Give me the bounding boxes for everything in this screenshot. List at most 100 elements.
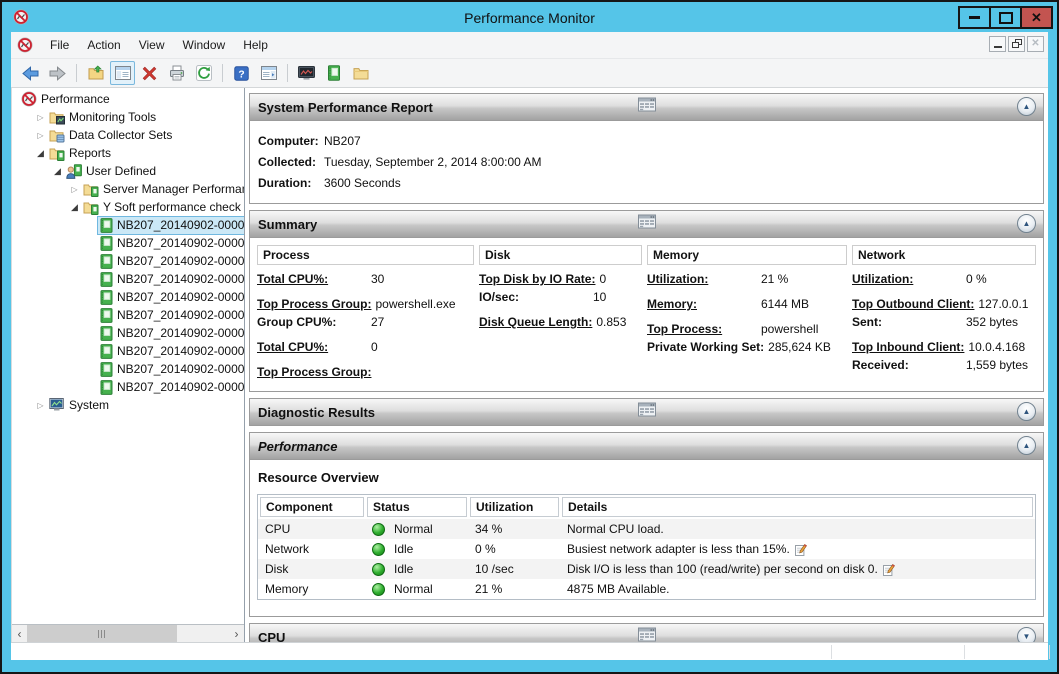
scrollbar-track[interactable] bbox=[27, 625, 229, 642]
tree-node[interactable]: NB207_20140902-000006 bbox=[97, 306, 244, 325]
menu-view[interactable]: View bbox=[130, 34, 174, 56]
menu-file[interactable]: File bbox=[41, 34, 78, 56]
section-header-cpu[interactable]: CPU ▼ bbox=[250, 624, 1043, 642]
tree-item-performance[interactable]: Performance bbox=[12, 90, 244, 108]
tree-node[interactable]: NB207_20140902-000003 bbox=[97, 252, 244, 271]
mdi-restore-button[interactable] bbox=[1008, 36, 1025, 52]
tree-node[interactable]: NB207_20140902-000005 bbox=[97, 288, 244, 307]
data-collector-set-button[interactable] bbox=[321, 61, 346, 85]
tree-node[interactable]: User Defined bbox=[63, 162, 159, 181]
collapse-arrow-icon[interactable]: ◢ bbox=[52, 166, 63, 177]
section-header-performance[interactable]: Performance ▲ bbox=[250, 433, 1043, 460]
scrollbar-thumb[interactable] bbox=[27, 625, 177, 642]
summary-link-label[interactable]: Total CPU%: bbox=[257, 340, 367, 354]
expand-arrow-icon[interactable]: ▷ bbox=[35, 401, 46, 410]
collapse-button[interactable]: ▼ bbox=[1017, 627, 1036, 642]
tree-horizontal-scrollbar[interactable]: ‹ › bbox=[12, 624, 244, 642]
tree-item-nb207-20140902-000004[interactable]: NB207_20140902-000004 bbox=[12, 270, 244, 288]
tree-node[interactable]: Data Collector Sets bbox=[46, 126, 175, 145]
tree-node[interactable]: Y Soft performance check bbox=[80, 198, 244, 217]
tree-node[interactable]: NB207_20140902-000002 bbox=[97, 234, 244, 253]
tree-item-nb207-20140902-000001[interactable]: NB207_20140902-000001 bbox=[12, 216, 244, 234]
section-header-summary[interactable]: Summary ▲ bbox=[250, 211, 1043, 238]
menu-action[interactable]: Action bbox=[78, 34, 129, 56]
tree-node[interactable]: Monitoring Tools bbox=[46, 108, 159, 127]
tree-item-nb207-20140902-000008[interactable]: NB207_20140902-000008 bbox=[12, 342, 244, 360]
scroll-left-button[interactable]: ‹ bbox=[12, 625, 27, 642]
tree-item-server-manager-performance[interactable]: ▷Server Manager Performance bbox=[12, 180, 244, 198]
tree-item-monitoring-tools[interactable]: ▷Monitoring Tools bbox=[12, 108, 244, 126]
tree-node[interactable]: NB207_20140902-000008 bbox=[97, 342, 244, 361]
title-bar[interactable]: Performance Monitor ✕ bbox=[4, 4, 1055, 32]
summary-link-label[interactable]: Disk Queue Length: bbox=[479, 315, 592, 329]
print-button[interactable] bbox=[164, 61, 189, 85]
scroll-right-button[interactable]: › bbox=[229, 625, 244, 642]
open-saved-log-button[interactable] bbox=[348, 61, 373, 85]
delete-button[interactable] bbox=[137, 61, 162, 85]
section-header-diagnostic-results[interactable]: Diagnostic Results ▲ bbox=[250, 399, 1043, 425]
tree-item-nb207-20140902-000010[interactable]: NB207_20140902-000010 bbox=[12, 378, 244, 396]
tree-node[interactable]: NB207_20140902-000009 bbox=[97, 360, 244, 379]
mdi-minimize-button[interactable] bbox=[989, 36, 1006, 52]
performance-monitor-view-button[interactable] bbox=[294, 61, 319, 85]
tree-item-system[interactable]: ▷System bbox=[12, 396, 244, 414]
mdi-close-icon: ✕ bbox=[1031, 39, 1039, 49]
tree-item-user-defined[interactable]: ◢User Defined bbox=[12, 162, 244, 180]
mdi-close-button[interactable]: ✕ bbox=[1027, 36, 1044, 52]
close-button[interactable]: ✕ bbox=[1020, 6, 1053, 29]
tree-node[interactable]: Reports bbox=[46, 144, 114, 163]
tree-item-nb207-20140902-000007[interactable]: NB207_20140902-000007 bbox=[12, 324, 244, 342]
summary-link-label[interactable]: Total CPU%: bbox=[257, 272, 367, 286]
summary-link-label[interactable]: Top Outbound Client: bbox=[852, 297, 974, 311]
window-title: Performance Monitor bbox=[4, 10, 1055, 26]
summary-link-label[interactable]: Utilization: bbox=[852, 272, 962, 286]
collapse-button[interactable]: ▲ bbox=[1017, 214, 1036, 233]
tree-item-nb207-20140902-000002[interactable]: NB207_20140902-000002 bbox=[12, 234, 244, 252]
forward-button[interactable] bbox=[45, 61, 70, 85]
tree-item-nb207-20140902-000005[interactable]: NB207_20140902-000005 bbox=[12, 288, 244, 306]
collapse-button[interactable]: ▲ bbox=[1017, 402, 1036, 421]
note-edit-icon[interactable] bbox=[795, 543, 807, 556]
collapse-arrow-icon[interactable]: ◢ bbox=[69, 202, 80, 213]
tree-node[interactable]: NB207_20140902-000007 bbox=[97, 324, 244, 343]
summary-row-sent: Sent:352 bytes bbox=[852, 315, 1036, 329]
summary-link-label[interactable]: Top Process: bbox=[647, 322, 757, 336]
tree-node[interactable]: NB207_20140902-000004 bbox=[97, 270, 244, 289]
refresh-button[interactable] bbox=[191, 61, 216, 85]
export-list-button[interactable] bbox=[83, 61, 108, 85]
back-button[interactable] bbox=[18, 61, 43, 85]
tree-item-reports[interactable]: ◢Reports bbox=[12, 144, 244, 162]
tree-item-nb207-20140902-000009[interactable]: NB207_20140902-000009 bbox=[12, 360, 244, 378]
collapse-button[interactable]: ▲ bbox=[1017, 97, 1036, 116]
menu-window[interactable]: Window bbox=[174, 34, 235, 56]
show-hide-action-pane-button[interactable] bbox=[256, 61, 281, 85]
expand-arrow-icon[interactable]: ▷ bbox=[35, 113, 46, 122]
tree-node[interactable]: NB207_20140902-000010 bbox=[97, 378, 244, 397]
summary-link-label[interactable]: Memory: bbox=[647, 297, 757, 311]
tree-item-nb207-20140902-000003[interactable]: NB207_20140902-000003 bbox=[12, 252, 244, 270]
expand-arrow-icon[interactable]: ▷ bbox=[35, 131, 46, 140]
tree-item-y-soft-performance-check[interactable]: ◢Y Soft performance check bbox=[12, 198, 244, 216]
collapse-arrow-icon[interactable]: ◢ bbox=[35, 148, 46, 159]
tree-node[interactable]: NB207_20140902-000001 bbox=[97, 216, 244, 235]
menu-help[interactable]: Help bbox=[234, 34, 277, 56]
summary-link-label[interactable]: Top Inbound Client: bbox=[852, 340, 964, 354]
report-doc-icon bbox=[100, 362, 113, 377]
show-hide-console-tree-button[interactable] bbox=[110, 61, 135, 85]
summary-link-label[interactable]: Top Process Group: bbox=[257, 365, 371, 379]
note-edit-icon[interactable] bbox=[883, 563, 895, 576]
collapse-button[interactable]: ▲ bbox=[1017, 436, 1036, 455]
tree-item-data-collector-sets[interactable]: ▷Data Collector Sets bbox=[12, 126, 244, 144]
tree-node[interactable]: System bbox=[46, 396, 112, 415]
maximize-button[interactable] bbox=[989, 6, 1022, 29]
summary-link-label[interactable]: Top Process Group: bbox=[257, 297, 371, 311]
tree-node[interactable]: Server Manager Performance bbox=[80, 180, 244, 199]
help-button[interactable]: ? bbox=[229, 61, 254, 85]
tree-item-nb207-20140902-000006[interactable]: NB207_20140902-000006 bbox=[12, 306, 244, 324]
tree-node[interactable]: Performance bbox=[18, 90, 113, 109]
expand-arrow-icon[interactable]: ▷ bbox=[69, 185, 80, 194]
summary-link-label[interactable]: Top Disk by IO Rate: bbox=[479, 272, 595, 286]
section-header-system-performance-report[interactable]: System Performance Report ▲ bbox=[250, 94, 1043, 121]
summary-link-label[interactable]: Utilization: bbox=[647, 272, 757, 286]
minimize-button[interactable] bbox=[958, 6, 991, 29]
